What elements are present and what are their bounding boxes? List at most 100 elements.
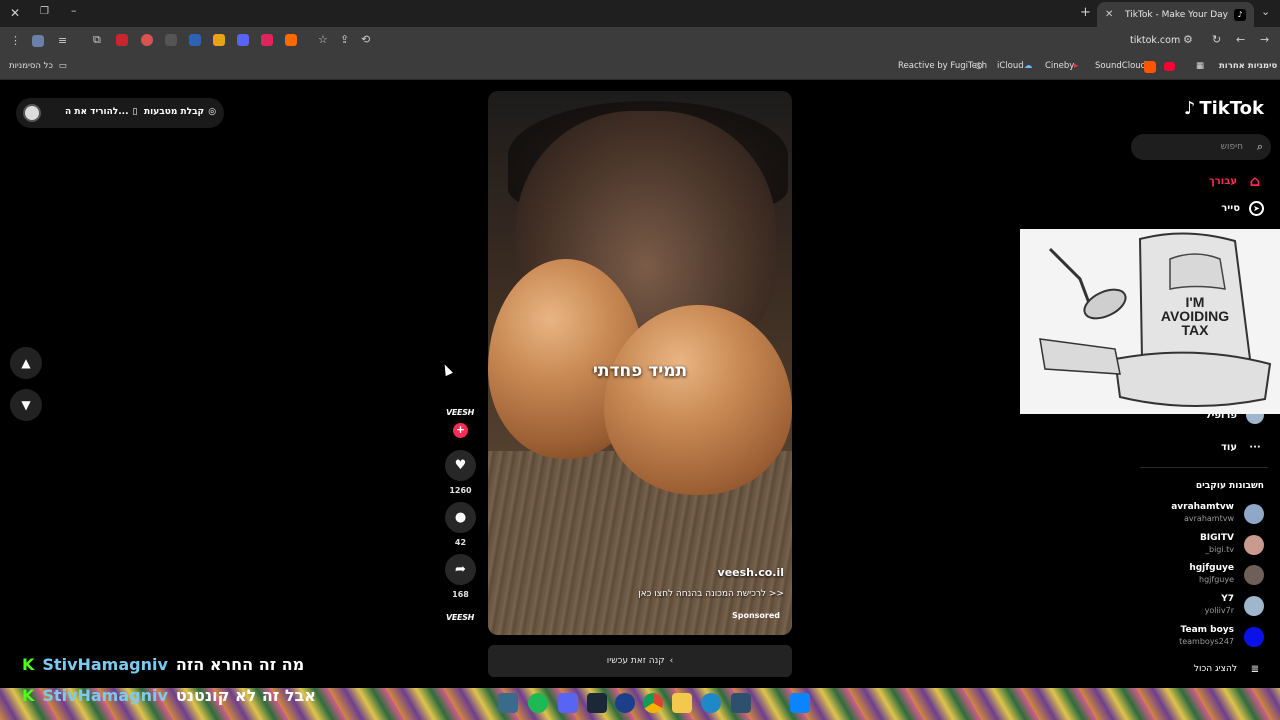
tiktok-page: להוריד את ה... ▯ קבלת מטבעות ◎ ▲ ▼ תמיד …: [0, 81, 1280, 688]
sidebar-item-for-you[interactable]: עבורך ⌂: [1209, 172, 1264, 190]
share-button[interactable]: ➦: [445, 554, 476, 585]
extension-icon-6[interactable]: [213, 34, 225, 46]
explore-icon: ➤: [1249, 201, 1264, 216]
menu-icon[interactable]: ⋮: [10, 34, 21, 47]
bookmark-reactive[interactable]: Reactive by FugiTech: [898, 61, 987, 71]
extensions-icon[interactable]: ⧉: [93, 33, 101, 47]
chrome-icon[interactable]: [643, 693, 663, 713]
extension-icon-8[interactable]: [261, 34, 273, 46]
video-egg-right: [604, 305, 792, 495]
chat-username: StivHamagniv: [42, 686, 168, 705]
home-icon: ⌂: [1249, 172, 1261, 190]
like-button[interactable]: ♥: [445, 450, 476, 481]
account-avatar: [1244, 504, 1264, 524]
start-icon[interactable]: [790, 693, 810, 713]
account-avatar: [1244, 627, 1264, 647]
share-page-icon[interactable]: ⇪: [340, 33, 349, 46]
other-bookmarks-link[interactable]: סימניות אחרות: [1219, 61, 1277, 71]
tab-search-icon[interactable]: ⌄: [1261, 5, 1270, 18]
account-name: BIGITV: [1199, 533, 1234, 543]
user-avatar[interactable]: [23, 104, 41, 122]
download-app-button[interactable]: להוריד את ה... ▯: [65, 107, 137, 117]
video-player[interactable]: תמיד פחדתי veesh.co.il לרכישת המכונה בהנ…: [488, 91, 792, 635]
restore-window-icon[interactable]: ❐: [40, 6, 49, 17]
account-item[interactable]: Team boys teamboys247: [1134, 625, 1264, 649]
tab-close-icon[interactable]: ✕: [1105, 9, 1113, 20]
chat-message: K StivHamagniv אבל זה לא קונטנט: [22, 686, 316, 705]
previous-video-button[interactable]: ▲: [10, 347, 42, 379]
taskbar-app-icon[interactable]: [498, 693, 518, 713]
for-you-label: עבורך: [1209, 175, 1237, 187]
forward-icon[interactable]: →: [1260, 33, 1269, 46]
get-coins-button[interactable]: קבלת מטבעות ◎: [144, 107, 216, 117]
account-item[interactable]: avrahamtvw avrahamtvw: [1134, 502, 1264, 526]
account-name: hgjfguye: [1189, 563, 1234, 573]
account-name: Team boys: [1180, 625, 1234, 635]
extension-icon-7[interactable]: [237, 34, 249, 46]
bookmark-icloud[interactable]: iCloud: [997, 61, 1024, 71]
extension-icon-1[interactable]: [32, 35, 44, 47]
comment-button[interactable]: ●: [445, 502, 476, 533]
file-explorer-icon[interactable]: [672, 693, 692, 713]
bookmark-cineby[interactable]: Cineby: [1045, 61, 1074, 71]
icloud-icon: ☁: [1024, 61, 1033, 71]
steam-icon[interactable]: [587, 693, 607, 713]
reading-list-icon[interactable]: ≡: [58, 34, 67, 47]
reload-icon[interactable]: ↻: [1212, 33, 1221, 46]
extension-icon-5[interactable]: [189, 34, 201, 46]
bookmarks-bar: כל הסימניות ▭ Reactive by FugiTech ◎ iCl…: [0, 55, 1280, 80]
translate-icon[interactable]: ⟲: [361, 33, 370, 46]
search-input[interactable]: חיפוש ⌕: [1131, 134, 1271, 160]
account-item[interactable]: BIGITV _bigi.tv: [1134, 533, 1264, 557]
tiktok-logo-text: TikTok: [1199, 98, 1264, 119]
close-window-icon[interactable]: ✕: [10, 6, 20, 20]
buy-now-button[interactable]: קנה זאת עכשיו ‹: [488, 645, 792, 677]
next-video-button[interactable]: ▼: [10, 389, 42, 421]
edge-icon[interactable]: [701, 693, 721, 713]
comment-count: 42: [454, 538, 467, 547]
apps-grid-icon[interactable]: ▦: [1196, 61, 1204, 71]
chevron-up-icon: ▲: [21, 356, 31, 370]
tab-title: TikTok - Make Your Day: [1124, 9, 1228, 20]
calculator-icon[interactable]: [731, 693, 751, 713]
tiktok-logo[interactable]: ♪ TikTok: [1184, 98, 1264, 119]
comment-icon: ●: [454, 510, 467, 525]
extension-icon-2[interactable]: [116, 34, 128, 46]
back-icon[interactable]: ←: [1236, 33, 1245, 46]
account-item[interactable]: hgjfguye hgjfguye: [1134, 563, 1264, 587]
new-tab-icon[interactable]: +: [1080, 5, 1091, 20]
taskbar-app-icon-2[interactable]: [615, 693, 635, 713]
show-all-button[interactable]: להציג הכול ≣: [1194, 660, 1264, 678]
minimize-window-icon[interactable]: –: [71, 4, 77, 17]
search-icon[interactable]: ⌕: [1257, 140, 1263, 154]
extension-icon-3[interactable]: [141, 34, 153, 46]
account-avatar: [1244, 596, 1264, 616]
music-disc[interactable]: VEESH: [446, 613, 474, 622]
creator-avatar[interactable]: VEESH: [446, 408, 474, 417]
youtube-icon[interactable]: [1164, 62, 1175, 71]
bookmark-star-icon[interactable]: ☆: [318, 33, 328, 46]
discord-icon[interactable]: [558, 693, 578, 713]
download-app-label: להוריד את ה...: [65, 107, 129, 117]
account-item[interactable]: Y7 yoliiv7r: [1134, 594, 1264, 618]
tiktok-favicon-icon: ♪: [1234, 8, 1246, 21]
bookmark-soundcloud[interactable]: SoundCloud: [1095, 61, 1146, 71]
extension-icon-9[interactable]: [285, 34, 297, 46]
tab-tiktok[interactable]: ✕ TikTok - Make Your Day ♪: [1097, 2, 1254, 27]
following-accounts-title: חשבונות עוקבים: [1195, 481, 1264, 491]
sidebar-item-more[interactable]: עוד ···: [1221, 438, 1264, 456]
ad-text[interactable]: לרכישת המכונה בהנחה לחצו כאן >>: [638, 589, 784, 599]
ad-domain[interactable]: veesh.co.il: [718, 566, 784, 579]
follow-button[interactable]: +: [453, 423, 468, 438]
url-text[interactable]: tiktok.com: [1130, 35, 1180, 46]
site-settings-icon[interactable]: ⚙: [1183, 33, 1193, 46]
sidebar-item-explore[interactable]: סייר ➤: [1221, 201, 1264, 216]
phone-icon: ▯: [132, 107, 138, 117]
folder-icon: ▭: [58, 61, 67, 71]
all-bookmarks-link[interactable]: כל הסימניות ▭: [9, 61, 67, 71]
show-all-label: להציג הכול: [1193, 664, 1237, 674]
spotify-icon[interactable]: [528, 693, 548, 713]
explore-label: סייר: [1221, 203, 1240, 214]
extension-icon-4[interactable]: [165, 34, 177, 46]
sidebar-divider: [1140, 467, 1268, 468]
